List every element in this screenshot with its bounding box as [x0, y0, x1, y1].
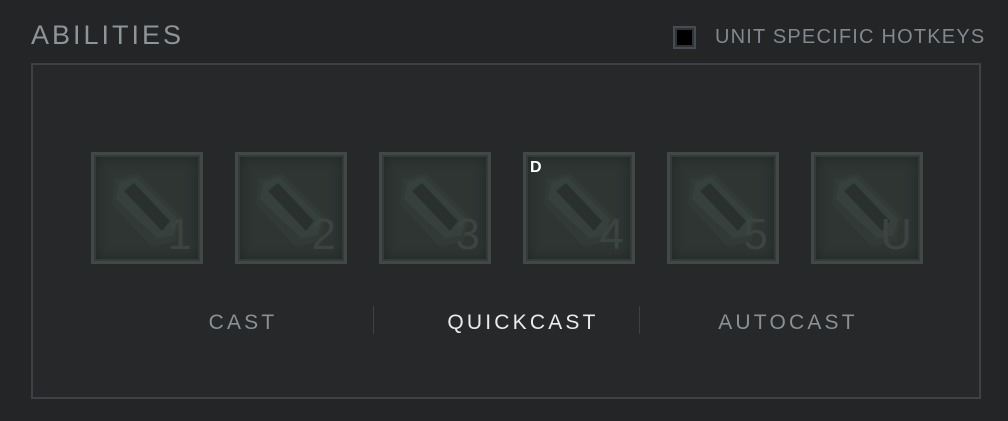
ability-slot-4[interactable]: 4 D [523, 152, 635, 264]
unit-specific-hotkeys-checkbox[interactable] [673, 25, 696, 49]
cast-mode-divider [373, 306, 374, 334]
ability-slot-5[interactable]: 5 [667, 152, 779, 264]
ability-slot-key: 5 [743, 210, 768, 259]
ability-slot-ultimate[interactable]: U [811, 152, 923, 264]
ability-slot-2[interactable]: 2 [235, 152, 347, 264]
cast-mode-cast[interactable]: CAST [153, 309, 333, 337]
cast-mode-divider [639, 306, 640, 334]
ability-slot-key: 1 [167, 210, 192, 259]
unit-specific-hotkeys-toggle[interactable]: UNIT SPECIFIC HOTKEYS [673, 22, 985, 52]
section-title: ABILITIES [31, 20, 185, 50]
ability-slot-3[interactable]: 3 [379, 152, 491, 264]
ability-slot-key: 4 [599, 210, 624, 259]
ability-slot-badge: D [530, 159, 542, 176]
ability-slot-key: 3 [455, 210, 480, 259]
ability-slot-key: U [880, 210, 912, 259]
ability-slot-1[interactable]: 1 [91, 152, 203, 264]
checkbox-fill [677, 29, 692, 45]
unit-specific-hotkeys-label[interactable]: UNIT SPECIFIC HOTKEYS [715, 22, 985, 52]
cast-mode-autocast[interactable]: AUTOCAST [683, 309, 893, 337]
abilities-panel: 1 2 3 4 D 5 U CAST QUICKCAST AUTOCAST [31, 63, 981, 399]
ability-slot-key: 2 [311, 210, 336, 259]
cast-mode-quickcast[interactable]: QUICKCAST [413, 309, 633, 337]
abilities-settings: ABILITIES UNIT SPECIFIC HOTKEYS 1 2 3 4 … [0, 0, 1008, 421]
